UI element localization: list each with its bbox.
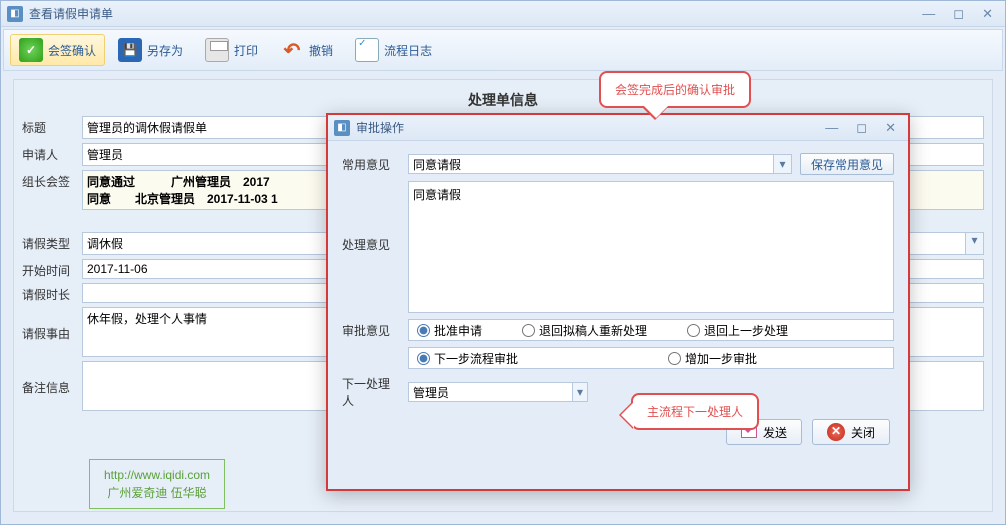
callout-confirm-approve: 会签完成后的确认审批	[599, 71, 751, 108]
callout-next-handler: 主流程下一处理人	[631, 393, 759, 430]
label-title: 标题	[22, 116, 82, 136]
label-leavetype: 请假类型	[22, 232, 82, 252]
btn-label: 会签确认	[48, 42, 96, 59]
label-next-handler: 下一处理人	[342, 375, 400, 409]
label-reason: 请假事由	[22, 307, 82, 342]
save-as-button[interactable]: 💾 另存为	[109, 34, 192, 66]
dialog-minimize-button[interactable]: —	[825, 120, 838, 136]
approve-radio-group: 批准申请 退回拟稿人重新处理 退回上一步处理	[408, 319, 894, 341]
btn-label: 另存为	[147, 42, 183, 59]
step-radio-group: 下一步流程审批 增加一步审批	[408, 347, 894, 369]
close-button[interactable]: ✕	[982, 6, 993, 22]
print-button[interactable]: 打印	[196, 34, 267, 66]
maximize-button[interactable]: ◻	[953, 6, 964, 22]
label-handle-opinion: 处理意见	[342, 181, 400, 253]
bubble-tail-icon	[605, 401, 633, 429]
chevron-down-icon[interactable]: ▾	[965, 233, 983, 254]
approve-dialog: ◧ 审批操作 — ◻ ✕ 常用意见 ▾ 保存常用意见 处理意见	[326, 113, 910, 491]
watermark-name: 广州爱奇迪 伍华聪	[104, 484, 210, 502]
btn-label: 撤销	[309, 42, 333, 59]
btn-label: 打印	[234, 42, 258, 59]
label-duration: 请假时长	[22, 283, 82, 303]
watermark-url: http://www.iqidi.com	[104, 466, 210, 484]
label-applicant: 申请人	[22, 143, 82, 163]
countersign-confirm-button[interactable]: ✓ 会签确认	[10, 34, 105, 66]
label-common-opinion: 常用意见	[342, 156, 400, 173]
handle-opinion-textarea[interactable]	[408, 181, 894, 313]
close-dialog-button[interactable]: ✕ 关闭	[812, 419, 890, 445]
label-starttime: 开始时间	[22, 259, 82, 279]
radio-return-prev[interactable]: 退回上一步处理	[687, 322, 788, 339]
main-window: ◧ 查看请假申请单 — ◻ ✕ ✓ 会签确认 💾 另存为 打印 ↶ 撤销 流程日…	[0, 0, 1006, 525]
undo-button[interactable]: ↶ 撤销	[271, 34, 342, 66]
bubble-tail-icon	[641, 106, 669, 134]
label-approve-opinion: 审批意见	[342, 322, 400, 339]
dialog-window-controls: — ◻ ✕	[825, 120, 902, 136]
process-log-button[interactable]: 流程日志	[346, 34, 441, 66]
chevron-down-icon[interactable]: ▾	[573, 382, 588, 402]
radio-approve[interactable]: 批准申请	[417, 322, 482, 339]
label-countersign: 组长会签	[22, 170, 82, 190]
undo-icon: ↶	[280, 38, 304, 62]
app-icon: ◧	[7, 6, 23, 22]
window-title: 查看请假申请单	[29, 5, 922, 22]
main-titlebar: ◧ 查看请假申请单 — ◻ ✕	[1, 1, 1005, 27]
radio-next-step[interactable]: 下一步流程审批	[417, 350, 518, 367]
watermark: http://www.iqidi.com 广州爱奇迪 伍华聪	[89, 459, 225, 509]
dialog-maximize-button[interactable]: ◻	[856, 120, 867, 136]
label-remark: 备注信息	[22, 361, 82, 396]
radio-add-step[interactable]: 增加一步审批	[668, 350, 757, 367]
print-icon	[205, 38, 229, 62]
save-icon: 💾	[118, 38, 142, 62]
dialog-close-button[interactable]: ✕	[885, 120, 896, 136]
log-icon	[355, 38, 379, 62]
minimize-button[interactable]: —	[922, 6, 935, 22]
close-icon: ✕	[827, 423, 845, 441]
btn-label: 流程日志	[384, 42, 432, 59]
chevron-down-icon[interactable]: ▾	[774, 154, 792, 174]
save-common-opinion-button[interactable]: 保存常用意见	[800, 153, 894, 175]
dialog-titlebar: ◧ 审批操作 — ◻ ✕	[328, 115, 908, 141]
dialog-title: 审批操作	[356, 119, 825, 136]
radio-return-draft[interactable]: 退回拟稿人重新处理	[522, 322, 647, 339]
toolbar: ✓ 会签确认 💾 另存为 打印 ↶ 撤销 流程日志	[3, 29, 1003, 71]
dialog-icon: ◧	[334, 120, 350, 136]
window-controls: — ◻ ✕	[922, 6, 999, 22]
common-opinion-input[interactable]	[408, 154, 774, 174]
check-icon: ✓	[19, 38, 43, 62]
next-handler-input[interactable]	[408, 382, 573, 402]
